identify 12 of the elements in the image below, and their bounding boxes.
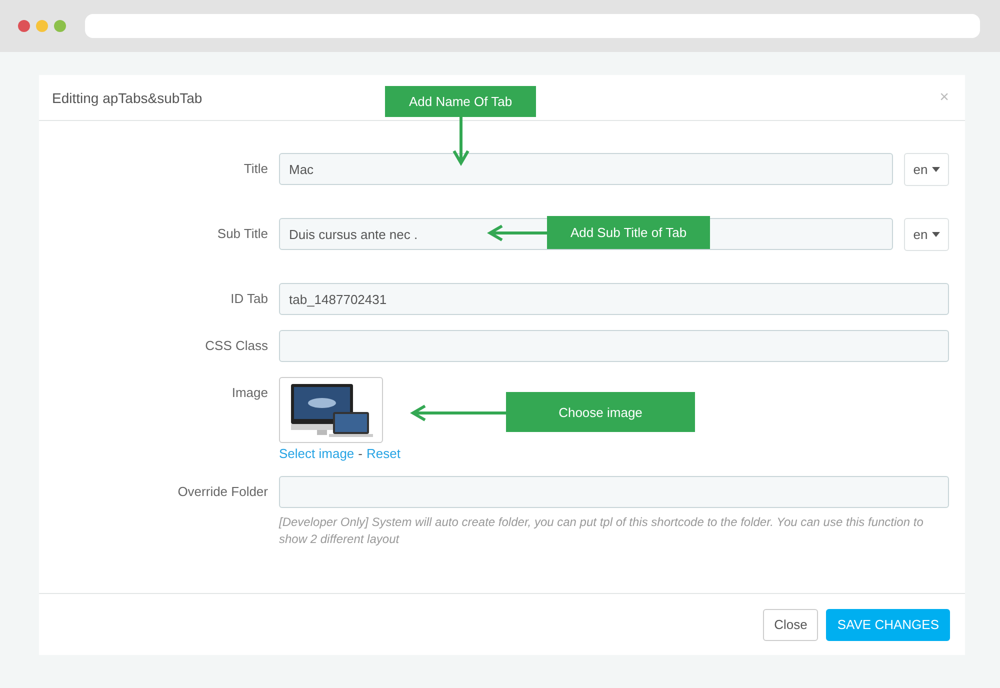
field-label: Override Folder (176, 483, 269, 501)
annotation-tooltip: Add Name Of Tab (385, 86, 536, 117)
field-label: ID Tab (230, 290, 269, 308)
field-label: Title (242, 160, 269, 178)
help-text: [Developer Only] System will auto create folder, you can put tpl of this shortcode to the folder. You can use this function to show 2 different layout (279, 514, 924, 548)
field-label: Image (230, 384, 269, 402)
field-label: CSS Class (204, 337, 269, 355)
annotation-tooltip: Choose image (506, 392, 695, 432)
modal-title: Editting apTabs&subTab (52, 90, 202, 106)
annotation-tooltip: Add Sub Title of Tab (547, 216, 710, 249)
separator-text: - (358, 446, 362, 461)
field-label: Sub Title (216, 225, 269, 243)
